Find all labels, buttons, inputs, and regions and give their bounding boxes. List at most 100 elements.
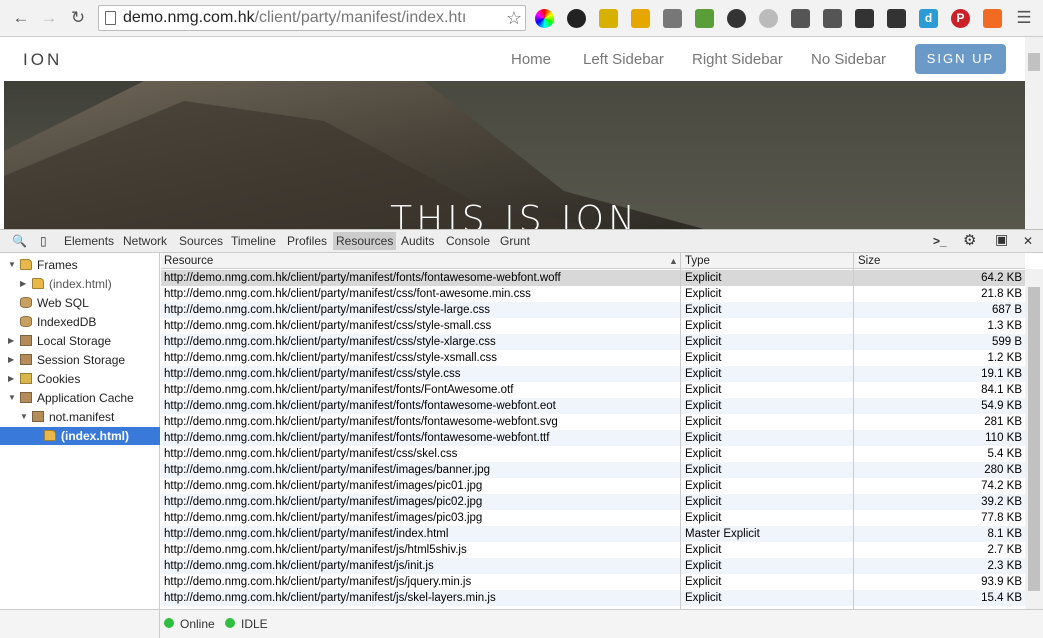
- cell-resource: http://demo.nmg.com.hk/client/party/mani…: [164, 272, 561, 284]
- table-row[interactable]: http://demo.nmg.com.hk/client/party/mani…: [161, 430, 1025, 446]
- tree-item[interactable]: ▶ Session Storage: [0, 351, 160, 369]
- table-row[interactable]: http://demo.nmg.com.hk/client/party/mani…: [161, 494, 1025, 510]
- signup-button[interactable]: SIGN UP: [915, 44, 1006, 74]
- evernote-extension-icon[interactable]: [695, 9, 714, 28]
- cell-type: Explicit: [685, 352, 722, 364]
- orange-extension-icon[interactable]: [983, 9, 1002, 28]
- nav-home[interactable]: Home: [511, 51, 551, 68]
- table-row[interactable]: http://demo.nmg.com.hk/client/party/mani…: [161, 542, 1025, 558]
- cell-type: Explicit: [685, 288, 722, 300]
- table-row[interactable]: http://demo.nmg.com.hk/client/party/mani…: [161, 286, 1025, 302]
- tab-timeline[interactable]: Timeline: [231, 234, 276, 248]
- expand-down-icon[interactable]: ▼: [8, 389, 16, 407]
- table-row[interactable]: http://demo.nmg.com.hk/client/party/mani…: [161, 590, 1025, 606]
- col-resource[interactable]: Resource: [164, 253, 213, 269]
- settings-gear-icon[interactable]: ⚙: [963, 231, 976, 249]
- cell-resource: http://demo.nmg.com.hk/client/party/mani…: [164, 400, 556, 412]
- table-row[interactable]: http://demo.nmg.com.hk/client/party/mani…: [161, 526, 1025, 542]
- table-row[interactable]: http://demo.nmg.com.hk/client/party/mani…: [161, 350, 1025, 366]
- menu-icon[interactable]: ☰: [1013, 7, 1035, 29]
- sort-ascending-icon[interactable]: ▲: [669, 253, 678, 269]
- close-icon[interactable]: ✕: [1023, 234, 1033, 248]
- table-row[interactable]: http://demo.nmg.com.hk/client/party/mani…: [161, 446, 1025, 462]
- ruler-extension-icon[interactable]: [631, 9, 650, 28]
- table-row[interactable]: http://demo.nmg.com.hk/client/party/mani…: [161, 270, 1025, 286]
- table-row[interactable]: http://demo.nmg.com.hk/client/party/mani…: [161, 398, 1025, 414]
- expand-right-icon[interactable]: ▶: [8, 370, 14, 388]
- nav-no-sidebar[interactable]: No Sidebar: [811, 51, 886, 68]
- cell-resource: http://demo.nmg.com.hk/client/party/mani…: [164, 576, 472, 588]
- d-extension-icon[interactable]: d: [919, 9, 938, 28]
- cell-type: Explicit: [685, 512, 722, 524]
- expand-right-icon[interactable]: ▶: [20, 275, 26, 293]
- table-row[interactable]: http://demo.nmg.com.hk/client/party/mani…: [161, 478, 1025, 494]
- tree-item[interactable]: (index.html): [0, 427, 160, 445]
- table-row[interactable]: http://demo.nmg.com.hk/client/party/mani…: [161, 318, 1025, 334]
- col-size[interactable]: Size: [858, 253, 880, 269]
- cast-extension-icon[interactable]: [823, 9, 842, 28]
- tree-item[interactable]: ▼ Application Cache: [0, 389, 160, 407]
- table-row[interactable]: http://demo.nmg.com.hk/client/party/mani…: [161, 462, 1025, 478]
- cell-size: 2.7 KB: [987, 544, 1022, 556]
- tab-sources[interactable]: Sources: [179, 234, 223, 248]
- cell-type: Explicit: [685, 448, 722, 460]
- expand-down-icon[interactable]: ▼: [8, 256, 16, 274]
- table-row[interactable]: http://demo.nmg.com.hk/client/party/mani…: [161, 382, 1025, 398]
- nav-left-sidebar[interactable]: Left Sidebar: [583, 51, 664, 68]
- runner-extension-icon[interactable]: [855, 9, 874, 28]
- table-row[interactable]: http://demo.nmg.com.hk/client/party/mani…: [161, 366, 1025, 382]
- dock-icon[interactable]: ▣: [995, 231, 1008, 248]
- url-domain: demo.nmg.com.hk: [123, 9, 255, 26]
- mask-extension-icon[interactable]: [727, 9, 746, 28]
- tree-item[interactable]: ▶ (index.html): [0, 275, 160, 293]
- site-logo[interactable]: ION: [23, 50, 62, 70]
- back-icon[interactable]: ←: [10, 7, 32, 29]
- table-row[interactable]: http://demo.nmg.com.hk/client/party/mani…: [161, 334, 1025, 350]
- resources-sidebar: ▼ Frames ▶ (index.html) Web SQL IndexedDB ▶ Loc…: [0, 253, 160, 610]
- table-scrollbar[interactable]: [1025, 269, 1043, 609]
- expand-right-icon[interactable]: ▶: [8, 351, 14, 369]
- nav-right-sidebar[interactable]: Right Sidebar: [692, 51, 783, 68]
- table-row[interactable]: http://demo.nmg.com.hk/client/party/mani…: [161, 574, 1025, 590]
- tree-item[interactable]: ▶ Cookies: [0, 370, 160, 388]
- tree-item[interactable]: ▼ Frames: [0, 256, 160, 274]
- tab-resources[interactable]: Resources: [333, 232, 397, 250]
- expand-down-icon[interactable]: ▼: [20, 408, 28, 426]
- cell-resource: http://demo.nmg.com.hk/client/party/mani…: [164, 480, 483, 492]
- expand-right-icon[interactable]: ▶: [8, 332, 14, 350]
- tab-grunt[interactable]: Grunt: [500, 234, 530, 248]
- tab-audits[interactable]: Audits: [401, 234, 434, 248]
- console-drawer-icon[interactable]: >_: [933, 234, 947, 248]
- address-bar[interactable]: demo.nmg.com.hk/client/party/manifest/in…: [98, 5, 526, 31]
- tree-item[interactable]: ▼ not.manifest: [0, 408, 160, 426]
- col-type[interactable]: Type: [685, 253, 710, 269]
- table-row[interactable]: http://demo.nmg.com.hk/client/party/mani…: [161, 558, 1025, 574]
- table-row[interactable]: http://demo.nmg.com.hk/client/party/mani…: [161, 302, 1025, 318]
- table-row[interactable]: http://demo.nmg.com.hk/client/party/mani…: [161, 510, 1025, 526]
- tree-item[interactable]: ▶ Local Storage: [0, 332, 160, 350]
- color-picker-extension-icon[interactable]: [535, 9, 554, 28]
- page-scrollbar[interactable]: [1025, 37, 1043, 229]
- reload-icon[interactable]: ↻: [67, 7, 89, 29]
- bookmark-star-icon[interactable]: ☆: [506, 6, 522, 30]
- database-icon: [20, 316, 32, 327]
- inspect-icon[interactable]: 🔍: [12, 234, 27, 248]
- tree-item[interactable]: IndexedDB: [0, 313, 160, 331]
- bug-extension-icon[interactable]: [663, 9, 682, 28]
- arrow-extension-icon[interactable]: [599, 9, 618, 28]
- tab-network[interactable]: Network: [123, 234, 167, 248]
- table-row[interactable]: http://demo.nmg.com.hk/client/party/mani…: [161, 414, 1025, 430]
- glasses-extension-icon[interactable]: [887, 9, 906, 28]
- device-mode-icon[interactable]: ▯: [40, 234, 47, 248]
- cell-resource: http://demo.nmg.com.hk/client/party/mani…: [164, 560, 434, 572]
- forward-icon[interactable]: →: [38, 7, 60, 29]
- globe-extension-icon[interactable]: [759, 9, 778, 28]
- tab-console[interactable]: Console: [446, 234, 490, 248]
- github-extension-icon[interactable]: [567, 9, 586, 28]
- cell-resource: http://demo.nmg.com.hk/client/party/mani…: [164, 432, 550, 444]
- pinterest-extension-icon[interactable]: P: [951, 9, 970, 28]
- tree-item[interactable]: Web SQL: [0, 294, 160, 312]
- tab-elements[interactable]: Elements: [64, 234, 114, 248]
- screen-extension-icon[interactable]: [791, 9, 810, 28]
- tab-profiles[interactable]: Profiles: [287, 234, 327, 248]
